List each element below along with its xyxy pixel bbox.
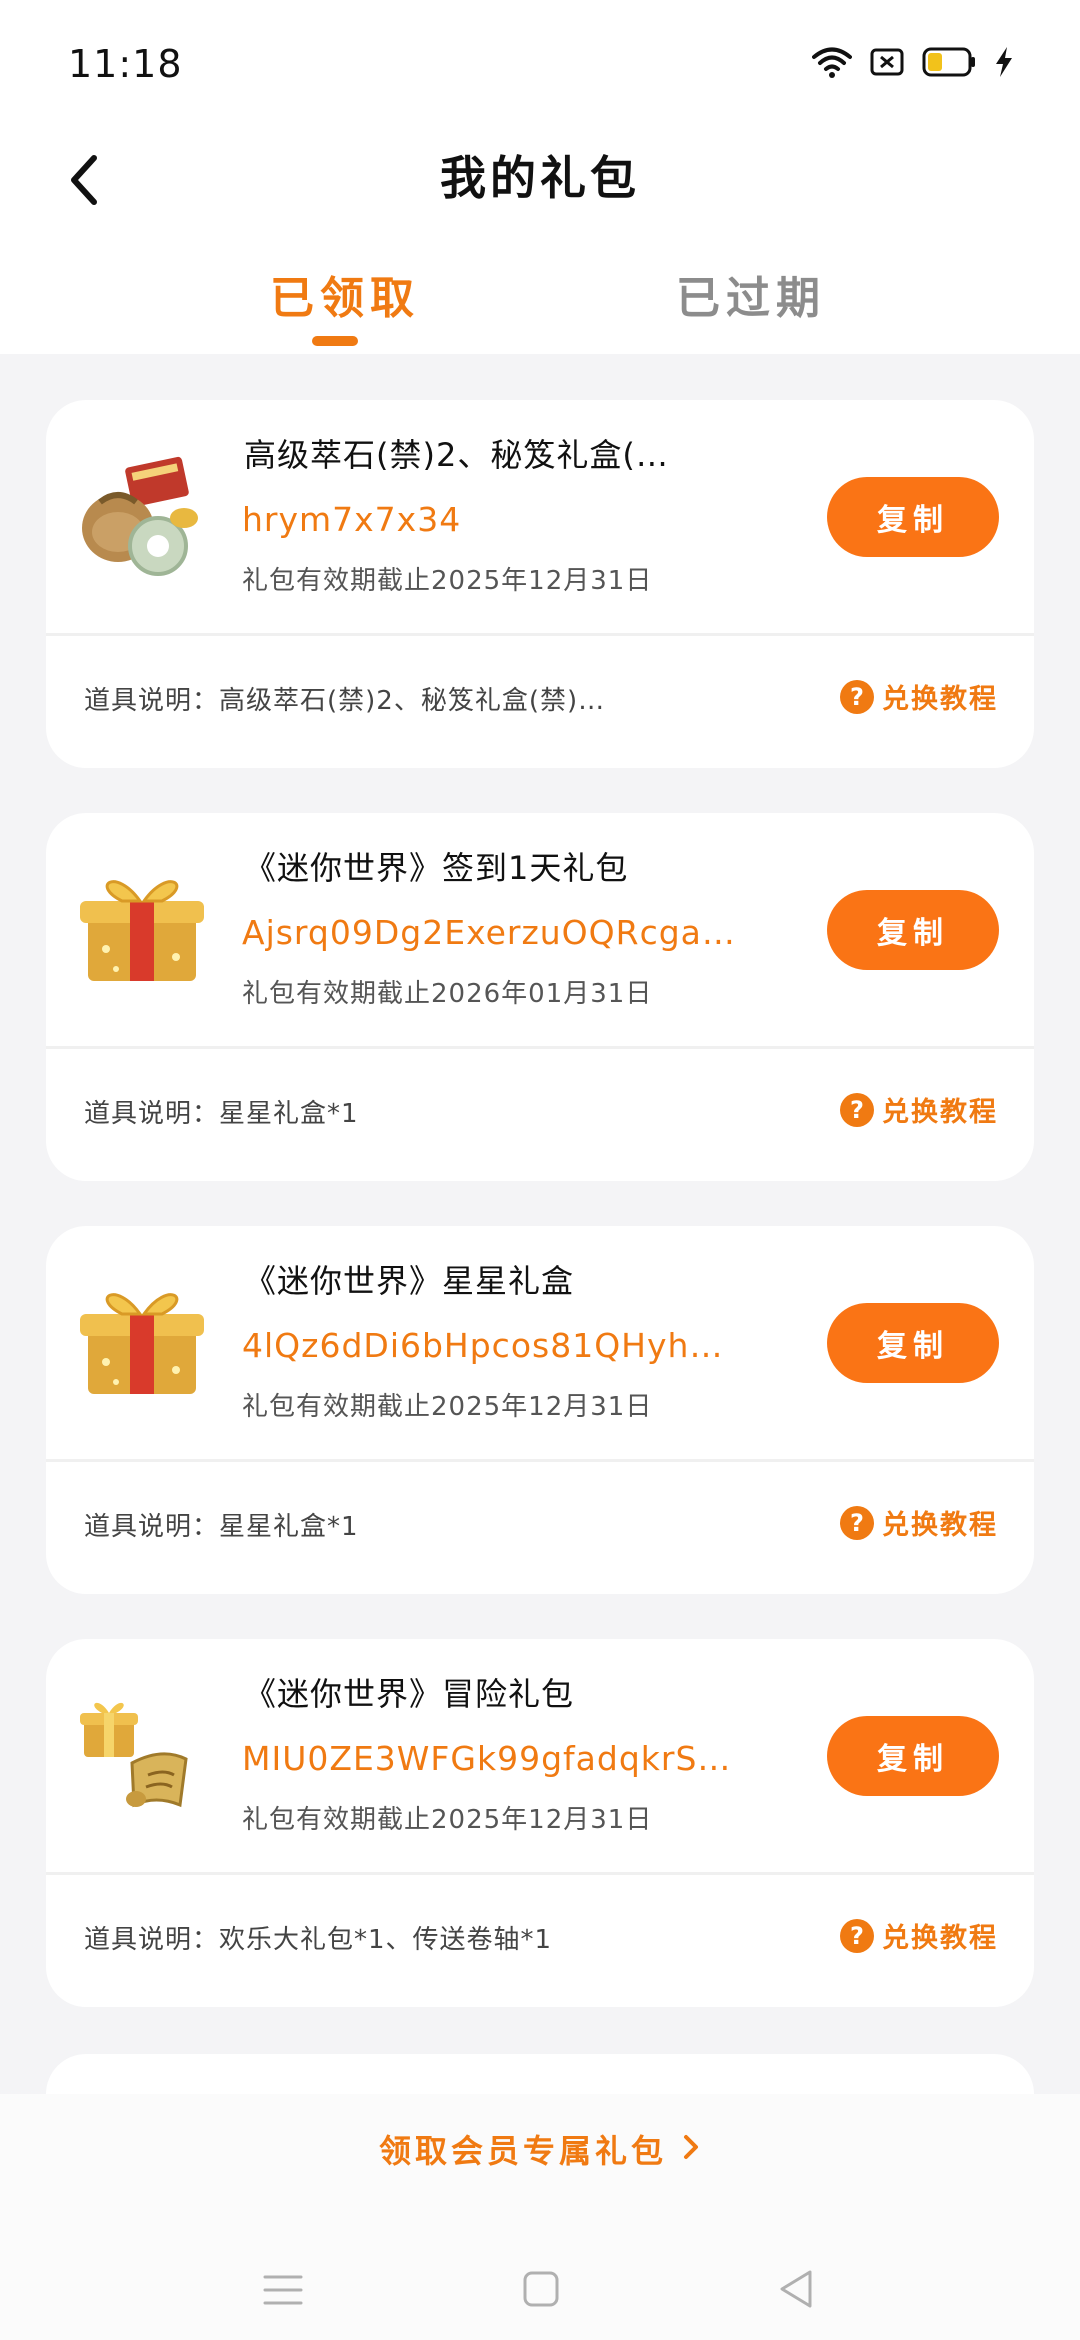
gift-name: 《迷你世界》星星礼盒 [244,1262,575,1300]
help-icon: ? [840,1092,874,1127]
system-nav-bar [0,2244,1080,2340]
card-divider [46,1046,1034,1049]
copy-button[interactable]: 复制 [827,1716,999,1796]
home-icon[interactable] [522,2270,560,2312]
gift-card-main: 《迷你世界》冒险礼包 MIU0ZE3WFGk99gfadqkrS8… 礼包有效期… [46,1639,1034,1872]
vip-gift-link[interactable]: 领取会员专属礼包 [0,2126,1080,2172]
tutorial-label: 兑换教程 [882,1097,998,1128]
help-icon: ? [840,679,874,714]
gift-box-icon [76,861,208,993]
battery-icon [922,47,976,77]
gift-name: 高级萃石(禁)2、秘笈礼盒(… [244,436,669,474]
redeem-tutorial-link[interactable]: ? 兑换教程 [840,1503,998,1542]
gift-expiry: 礼包有效期截止2025年12月31日 [242,1805,653,1835]
redeem-tutorial-link[interactable]: ? 兑换教程 [840,1090,998,1129]
gift-description: 道具说明：星星礼盒*1 [84,1099,359,1129]
charging-bolt-icon [994,46,1014,78]
gift-expiry: 礼包有效期截止2025年12月31日 [242,1392,653,1422]
tutorial-label: 兑换教程 [882,1510,998,1541]
menu-icon[interactable] [262,2272,304,2312]
card-divider [46,1459,1034,1462]
gift-card: 《迷你世界》冒险礼包 MIU0ZE3WFGk99gfadqkrS8… 礼包有效期… [46,1639,1034,2007]
help-icon: ? [840,1918,874,1953]
gift-card-main: 《迷你世界》星星礼盒 4lQz6dDi6bHpcos81QHyhFV… 礼包有效… [46,1226,1034,1459]
gift-code: 4lQz6dDi6bHpcos81QHyhFV… [242,1326,742,1365]
gift-name: 《迷你世界》冒险礼包 [244,1675,575,1713]
gift-code: Ajsrq09Dg2ExerzuOQRcgaC… [242,913,742,952]
help-icon: ? [840,1505,874,1540]
active-tab-indicator [312,336,358,346]
treasure-bag-icon [76,448,208,580]
chevron-right-icon [681,2132,701,2166]
redeem-tutorial-link[interactable]: ? 兑换教程 [840,1916,998,1955]
header: 我的礼包 [0,120,1080,240]
sim-icon [870,48,904,76]
gift-expiry: 礼包有效期截止2026年01月31日 [242,979,653,1009]
tutorial-label: 兑换教程 [882,1923,998,1954]
tab-expired[interactable]: 已过期 [676,262,826,326]
gift-name: 《迷你世界》签到1天礼包 [244,849,629,887]
gift-description: 道具说明：高级萃石(禁)2、秘笈礼盒(禁)… [84,686,606,716]
vip-gift-label: 领取会员专属礼包 [378,2132,667,2170]
card-divider [46,633,1034,636]
gift-card: 《迷你世界》签到1天礼包 Ajsrq09Dg2ExerzuOQRcgaC… 礼包… [46,813,1034,1181]
gift-box-icon [76,1274,208,1406]
gift-code: MIU0ZE3WFGk99gfadqkrS8… [242,1739,742,1778]
gift-card-main: 高级萃石(禁)2、秘笈礼盒(… hrym7x7x34 礼包有效期截止2025年1… [46,400,1034,633]
wifi-icon [812,46,852,78]
redeem-tutorial-link[interactable]: ? 兑换教程 [840,677,998,716]
copy-button[interactable]: 复制 [827,477,999,557]
status-bar: 11:18 [0,0,1080,120]
status-icons [812,46,1014,78]
bottom-panel: 领取会员专属礼包 [0,2094,1080,2340]
gift-card-main: 《迷你世界》签到1天礼包 Ajsrq09Dg2ExerzuOQRcgaC… 礼包… [46,813,1034,1046]
tutorial-label: 兑换教程 [882,684,998,715]
tab-bar: 已领取 已过期 [0,250,1080,354]
page-title: 我的礼包 [440,151,640,205]
tab-claimed[interactable]: 已领取 [270,262,420,326]
gift-description: 道具说明：欢乐大礼包*1、传送卷轴*1 [84,1925,553,1955]
gift-code: hrym7x7x34 [242,500,462,539]
gift-expiry: 礼包有效期截止2025年12月31日 [242,566,653,596]
card-divider [46,1872,1034,1875]
status-time: 11:18 [68,42,183,86]
copy-button[interactable]: 复制 [827,890,999,970]
gift-and-scroll-icon [76,1687,208,1819]
gift-description: 道具说明：星星礼盒*1 [84,1512,359,1542]
copy-button[interactable]: 复制 [827,1303,999,1383]
back-triangle-icon[interactable] [776,2268,816,2314]
gift-card: 《迷你世界》星星礼盒 4lQz6dDi6bHpcos81QHyhFV… 礼包有效… [46,1226,1034,1594]
gift-card: 高级萃石(禁)2、秘笈礼盒(… hrym7x7x34 礼包有效期截止2025年1… [46,400,1034,768]
